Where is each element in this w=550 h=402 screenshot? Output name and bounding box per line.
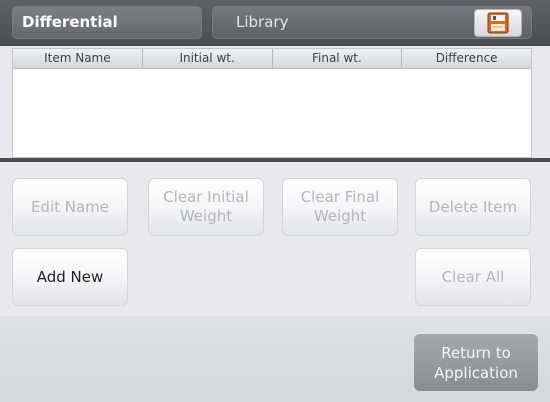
return-to-application-button[interactable]: Return to Application [414, 334, 538, 391]
label-line: Weight [313, 207, 367, 225]
tab-differential[interactable]: Differential [12, 6, 202, 39]
delete-item-button[interactable]: Delete Item [415, 178, 531, 236]
save-button[interactable] [474, 9, 522, 37]
label-line: Return to [441, 343, 511, 362]
column-header-initial-wt: Initial wt. [143, 49, 273, 68]
clear-final-weight-button[interactable]: Clear Final Weight [282, 178, 398, 236]
label-line: Weight [179, 207, 233, 225]
edit-name-label: Edit Name [30, 197, 110, 216]
top-bar: Differential Library [0, 0, 550, 46]
label-line: Clear Initial [163, 188, 249, 206]
clear-all-button[interactable]: Clear All [415, 248, 531, 306]
edit-name-button[interactable]: Edit Name [12, 178, 128, 236]
floppy-disk-icon [487, 12, 509, 34]
column-header-item-name: Item Name [13, 49, 143, 68]
label-line: Clear Final [300, 188, 380, 206]
label-line: Application [434, 363, 518, 382]
clear-initial-weight-button[interactable]: Clear Initial Weight [148, 178, 264, 236]
column-header-difference: Difference [435, 51, 498, 65]
divider [0, 158, 550, 162]
add-new-label: Add New [36, 267, 104, 286]
column-header-final-wt: Final wt. [273, 49, 403, 68]
table-body[interactable] [13, 69, 531, 157]
table-header: Item Name Initial wt. Final wt. Differen… [13, 49, 531, 69]
clear-final-weight-label: Clear Final Weight [301, 188, 380, 226]
clear-all-label: Clear All [441, 267, 505, 286]
delete-item-label: Delete Item [428, 197, 518, 216]
clear-initial-weight-label: Clear Initial Weight [163, 188, 249, 226]
return-to-application-label: Return to Application [434, 343, 518, 383]
add-new-button[interactable]: Add New [12, 248, 128, 306]
item-table: Item Name Initial wt. Final wt. Differen… [12, 48, 532, 158]
